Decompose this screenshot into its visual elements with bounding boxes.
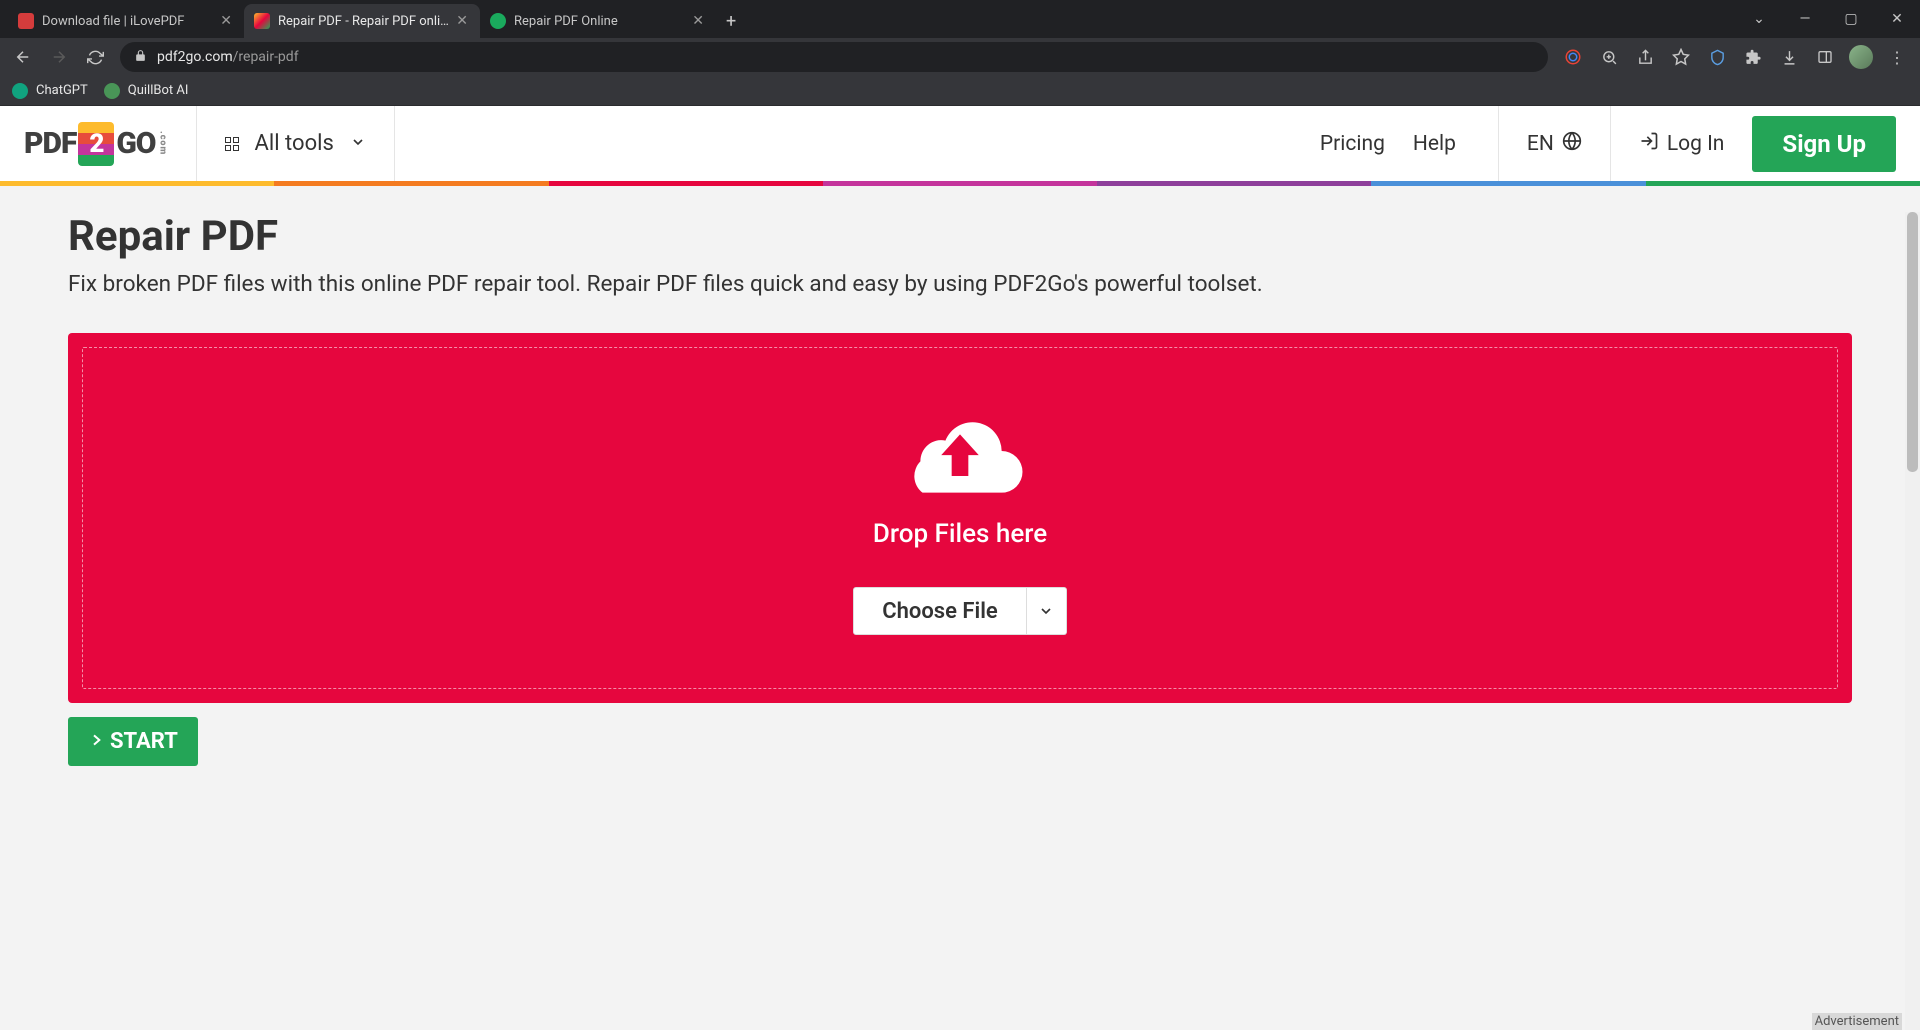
new-tab-button[interactable]: +	[716, 5, 746, 38]
site-header: PDF 2 GO .com All tools Pricing Help EN	[0, 106, 1920, 181]
rainbow-divider	[0, 181, 1920, 186]
chevron-down-icon[interactable]: ⌄	[1736, 11, 1782, 27]
browser-tab[interactable]: Repair PDF Online ✕	[480, 4, 716, 38]
nav-pricing[interactable]: Pricing	[1320, 132, 1385, 156]
page-viewport: PDF 2 GO .com All tools Pricing Help EN	[0, 106, 1920, 1030]
tab-title: Repair PDF Online	[514, 14, 686, 29]
choose-file-group: Choose File	[853, 587, 1067, 635]
all-tools-dropdown[interactable]: All tools	[225, 131, 366, 156]
url-path: /repair-pdf	[233, 49, 299, 65]
close-icon[interactable]: ✕	[690, 11, 706, 31]
divider	[1610, 106, 1611, 181]
pdf2go-favicon-icon	[254, 13, 270, 29]
profile-avatar[interactable]	[1846, 42, 1876, 72]
maximize-icon[interactable]: ▢	[1828, 11, 1874, 27]
address-bar: pdf2go.com/repair-pdf ⋮	[0, 38, 1920, 76]
divider	[1498, 106, 1499, 181]
zoom-icon[interactable]	[1594, 42, 1624, 72]
cloud-upload-icon	[890, 401, 1030, 505]
browser-tab-strip: Download file | iLovePDF ✕ Repair PDF - …	[0, 0, 1920, 38]
divider	[196, 106, 197, 181]
logo-text-go: GO	[116, 126, 155, 161]
dropzone-text: Drop Files here	[873, 519, 1047, 549]
avatar-icon	[1849, 45, 1873, 69]
page-title: Repair PDF	[68, 212, 1852, 261]
sidepanel-icon[interactable]	[1810, 42, 1840, 72]
chevron-down-icon	[350, 134, 366, 154]
logo-badge-icon: 2	[78, 122, 114, 166]
share-icon[interactable]	[1630, 42, 1660, 72]
login-button[interactable]: Log In	[1639, 131, 1725, 157]
tab-title: Repair PDF - Repair PDF online &	[278, 14, 450, 29]
reload-button[interactable]	[80, 42, 110, 72]
extensions-icon[interactable]	[1738, 42, 1768, 72]
login-label: Log In	[1667, 132, 1725, 156]
choose-file-dropdown[interactable]	[1027, 587, 1067, 635]
login-arrow-icon	[1639, 131, 1659, 157]
logo-text-com: .com	[158, 131, 168, 155]
advertisement-label: Advertisement	[1812, 1013, 1902, 1030]
kebab-menu-icon[interactable]: ⋮	[1882, 42, 1912, 72]
bookmark-label: ChatGPT	[36, 83, 88, 98]
dropzone-inner: Drop Files here Choose File	[82, 347, 1838, 689]
downloads-icon[interactable]	[1774, 42, 1804, 72]
back-button[interactable]	[8, 42, 38, 72]
file-dropzone[interactable]: Drop Files here Choose File	[68, 333, 1852, 703]
heart-icon	[18, 13, 34, 29]
content: Repair PDF Fix broken PDF files with thi…	[0, 186, 1920, 766]
language-selector[interactable]: EN	[1527, 131, 1582, 157]
browser-tab[interactable]: Download file | iLovePDF ✕	[8, 4, 244, 38]
bookmark-quillbot[interactable]: QuillBot AI	[104, 83, 189, 99]
bookmarks-bar: ChatGPT QuillBot AI	[0, 76, 1920, 106]
url-domain: pdf2go.com	[157, 49, 233, 65]
all-tools-label: All tools	[255, 131, 334, 156]
logo-text-pdf: PDF	[24, 126, 76, 161]
signup-button[interactable]: Sign Up	[1752, 116, 1896, 172]
tab-title: Download file | iLovePDF	[42, 14, 214, 29]
bookmark-label: QuillBot AI	[128, 83, 189, 98]
bookmark-star-icon[interactable]	[1666, 42, 1696, 72]
browser-tab[interactable]: Repair PDF - Repair PDF online & ✕	[244, 4, 480, 38]
grid-icon	[225, 137, 239, 151]
url-input[interactable]: pdf2go.com/repair-pdf	[120, 42, 1548, 72]
chatgpt-icon	[12, 83, 28, 99]
close-window-icon[interactable]: ✕	[1874, 11, 1920, 27]
close-icon[interactable]: ✕	[454, 11, 470, 31]
window-controls: ⌄ — ▢ ✕	[1736, 0, 1920, 38]
minimize-icon[interactable]: —	[1782, 11, 1828, 27]
lang-label: EN	[1527, 132, 1554, 156]
site-logo[interactable]: PDF 2 GO .com	[24, 122, 168, 166]
sejda-favicon-icon	[490, 13, 506, 29]
shield-icon[interactable]	[1702, 42, 1732, 72]
chevron-right-icon	[88, 729, 104, 754]
divider	[394, 106, 395, 181]
close-icon[interactable]: ✕	[218, 11, 234, 31]
choose-file-button[interactable]: Choose File	[853, 587, 1027, 635]
quillbot-icon	[104, 83, 120, 99]
globe-icon	[1562, 131, 1582, 157]
page-subtitle: Fix broken PDF files with this online PD…	[68, 271, 1852, 297]
nav-help[interactable]: Help	[1413, 132, 1456, 156]
google-translate-icon[interactable]	[1558, 42, 1588, 72]
lock-icon	[134, 49, 147, 66]
start-button[interactable]: START	[68, 717, 198, 766]
forward-button[interactable]	[44, 42, 74, 72]
bookmark-chatgpt[interactable]: ChatGPT	[12, 83, 88, 99]
start-label: START	[110, 729, 178, 754]
scrollbar-thumb[interactable]	[1907, 212, 1918, 472]
